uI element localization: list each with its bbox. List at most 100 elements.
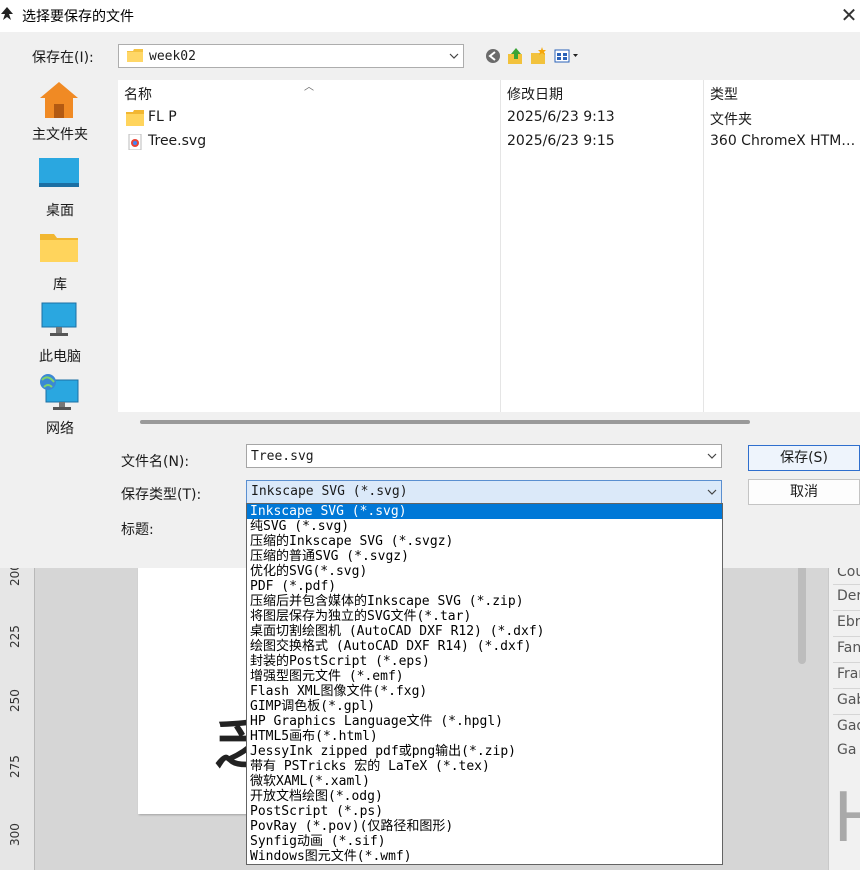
font-item[interactable]: Fan bbox=[837, 640, 860, 656]
filetype-option[interactable]: 压缩的普通SVG (*.svgz) bbox=[247, 549, 722, 564]
font-item[interactable]: Gad bbox=[837, 718, 860, 734]
filetype-option[interactable]: 优化的SVG(*.svg) bbox=[247, 564, 722, 579]
filename-input[interactable]: Tree.svg bbox=[246, 444, 722, 468]
places-bar: 主文件夹 桌面 库 此电脑 网络 bbox=[12, 80, 108, 437]
save-button[interactable]: 保存(S) bbox=[748, 445, 860, 471]
filetype-option[interactable]: PostScript (*.ps) bbox=[247, 804, 722, 819]
place-network[interactable]: 网络 bbox=[12, 374, 108, 442]
place-library[interactable]: 库 bbox=[12, 230, 108, 298]
filename-label: 文件名(N): bbox=[121, 454, 190, 470]
file-name: FL P bbox=[148, 109, 177, 125]
font-item[interactable]: Ga bbox=[837, 742, 856, 758]
folder-combobox[interactable]: week02 bbox=[118, 44, 464, 68]
filetype-option[interactable]: 开放文档绘图(*.odg) bbox=[247, 789, 722, 804]
back-icon[interactable] bbox=[484, 46, 502, 66]
font-item[interactable]: Fran bbox=[837, 666, 860, 682]
chevron-down-icon bbox=[449, 53, 459, 59]
file-row[interactable]: FL P 2025/6/23 9:13 文件夹 bbox=[118, 106, 860, 130]
file-type: 360 ChromeX HTM… bbox=[710, 133, 856, 149]
horizontal-scrollbar[interactable] bbox=[140, 420, 750, 424]
place-label: 库 bbox=[53, 277, 67, 293]
font-list-panel: Cou Der Ebr Fan Fran Gab Gad Ga H bbox=[828, 556, 860, 870]
filetype-option[interactable]: HTML5画布(*.html) bbox=[247, 729, 722, 744]
font-item[interactable]: Der bbox=[837, 588, 860, 604]
chevron-down-icon bbox=[707, 489, 717, 495]
filetype-option[interactable]: 将图层保存为独立的SVG文件(*.tar) bbox=[247, 609, 722, 624]
font-preview-letter: H bbox=[834, 776, 860, 858]
divider bbox=[833, 662, 860, 663]
title-bar: 选择要保存的文件 ✕ bbox=[0, 0, 860, 32]
network-icon bbox=[40, 374, 79, 410]
filetype-option[interactable]: GIMP调色板(*.gpl) bbox=[247, 699, 722, 714]
filetype-option[interactable]: 绘图交换格式 (AutoCAD DXF R14) (*.dxf) bbox=[247, 639, 722, 654]
filetype-option[interactable]: PovRay (*.pov)(仅路径和图形) bbox=[247, 819, 722, 834]
place-desktop[interactable]: 桌面 bbox=[12, 156, 108, 224]
divider bbox=[833, 584, 860, 585]
filetype-combobox[interactable]: Inkscape SVG (*.svg) bbox=[246, 480, 722, 504]
file-date: 2025/6/23 9:13 bbox=[507, 109, 615, 125]
column-header-type[interactable]: 类型 bbox=[710, 84, 738, 104]
filetype-option[interactable]: PDF (*.pdf) bbox=[247, 579, 722, 594]
chevron-down-icon[interactable] bbox=[707, 451, 717, 461]
file-type: 文件夹 bbox=[710, 112, 752, 128]
filetype-option[interactable]: 微软XAML(*.xaml) bbox=[247, 774, 722, 789]
divider bbox=[833, 636, 860, 637]
place-home[interactable]: 主文件夹 bbox=[12, 80, 108, 148]
sort-ascending-icon: ︿ bbox=[304, 82, 314, 93]
file-row[interactable]: Tree.svg 2025/6/23 9:15 360 ChromeX HTM… bbox=[118, 130, 860, 154]
filetype-option[interactable]: Flash XML图像文件(*.fxg) bbox=[247, 684, 722, 699]
filetype-option[interactable]: Synfig动画 (*.sif) bbox=[247, 834, 722, 849]
ruler-number: 300 bbox=[8, 823, 22, 846]
folder-icon bbox=[127, 49, 143, 62]
filetype-option[interactable]: Inkscape SVG (*.svg) bbox=[247, 504, 722, 519]
file-list[interactable]: ︿ 名称 修改日期 类型 FL P 2025/6/23 9:13 文件夹 Tre… bbox=[118, 80, 860, 412]
place-computer[interactable]: 此电脑 bbox=[12, 302, 108, 370]
divider bbox=[833, 714, 860, 715]
canvas-scrollbar[interactable] bbox=[798, 560, 806, 664]
inkscape-icon bbox=[1, 7, 13, 20]
column-header-name[interactable]: 名称 bbox=[124, 84, 152, 104]
filetype-option[interactable]: 纯SVG (*.svg) bbox=[247, 519, 722, 534]
cancel-button[interactable]: 取消 bbox=[748, 479, 860, 505]
filetype-option[interactable]: 桌面切割绘图机 (AutoCAD DXF R12) (*.dxf) bbox=[247, 624, 722, 639]
divider bbox=[833, 610, 860, 611]
save-in-label: 保存在(I): bbox=[32, 50, 94, 66]
save-file-dialog: 选择要保存的文件 ✕ 保存在(I): week02 主文件夹 桌面 库 此电脑 … bbox=[0, 0, 860, 568]
filetype-option[interactable]: 压缩后并包含媒体的Inkscape SVG (*.zip) bbox=[247, 594, 722, 609]
filetype-option[interactable]: HP Graphics Language文件 (*.hpgl) bbox=[247, 714, 722, 729]
filetype-option[interactable]: 压缩的Inkscape SVG (*.svgz) bbox=[247, 534, 722, 549]
font-item[interactable]: Ebr bbox=[837, 614, 860, 630]
filetype-option[interactable]: 增强型图元文件 (*.emf) bbox=[247, 669, 722, 684]
filetype-option[interactable]: 封装的PostScript (*.eps) bbox=[247, 654, 722, 669]
filetype-value: Inkscape SVG (*.svg) bbox=[251, 484, 408, 499]
desktop-icon bbox=[39, 158, 79, 187]
current-folder: week02 bbox=[149, 49, 196, 64]
home-icon bbox=[40, 82, 78, 118]
place-label: 主文件夹 bbox=[32, 127, 88, 143]
library-icon bbox=[40, 234, 78, 262]
filename-value: Tree.svg bbox=[251, 449, 314, 464]
browser-file-icon bbox=[128, 134, 142, 150]
dialog-title: 选择要保存的文件 bbox=[22, 9, 134, 25]
new-folder-icon[interactable] bbox=[530, 46, 548, 66]
ruler-number: 225 bbox=[8, 625, 22, 648]
filetype-option[interactable]: JessyInk zipped pdf或png输出(*.zip) bbox=[247, 744, 722, 759]
folder-icon bbox=[126, 110, 144, 126]
close-icon[interactable]: ✕ bbox=[838, 4, 860, 28]
title-label: 标题: bbox=[121, 522, 154, 538]
filetype-dropdown-list[interactable]: Inkscape SVG (*.svg) 纯SVG (*.svg) 压缩的Ink… bbox=[246, 503, 723, 865]
column-header-date[interactable]: 修改日期 bbox=[507, 84, 563, 104]
filetype-option[interactable]: Windows图元文件(*.wmf) bbox=[247, 849, 722, 864]
filetype-label: 保存类型(T): bbox=[121, 487, 202, 503]
computer-icon bbox=[41, 302, 77, 336]
file-name: Tree.svg bbox=[148, 133, 207, 149]
place-label: 此电脑 bbox=[39, 349, 81, 365]
place-label: 桌面 bbox=[46, 203, 74, 219]
view-menu-icon[interactable] bbox=[554, 46, 584, 66]
font-item[interactable]: Gab bbox=[837, 692, 860, 708]
filetype-option[interactable]: 带有 PSTricks 宏的 LaTeX (*.tex) bbox=[247, 759, 722, 774]
file-date: 2025/6/23 9:15 bbox=[507, 133, 615, 149]
ruler-number: 250 bbox=[8, 689, 22, 712]
ruler-number: 275 bbox=[8, 755, 22, 778]
up-folder-icon[interactable] bbox=[507, 46, 525, 66]
